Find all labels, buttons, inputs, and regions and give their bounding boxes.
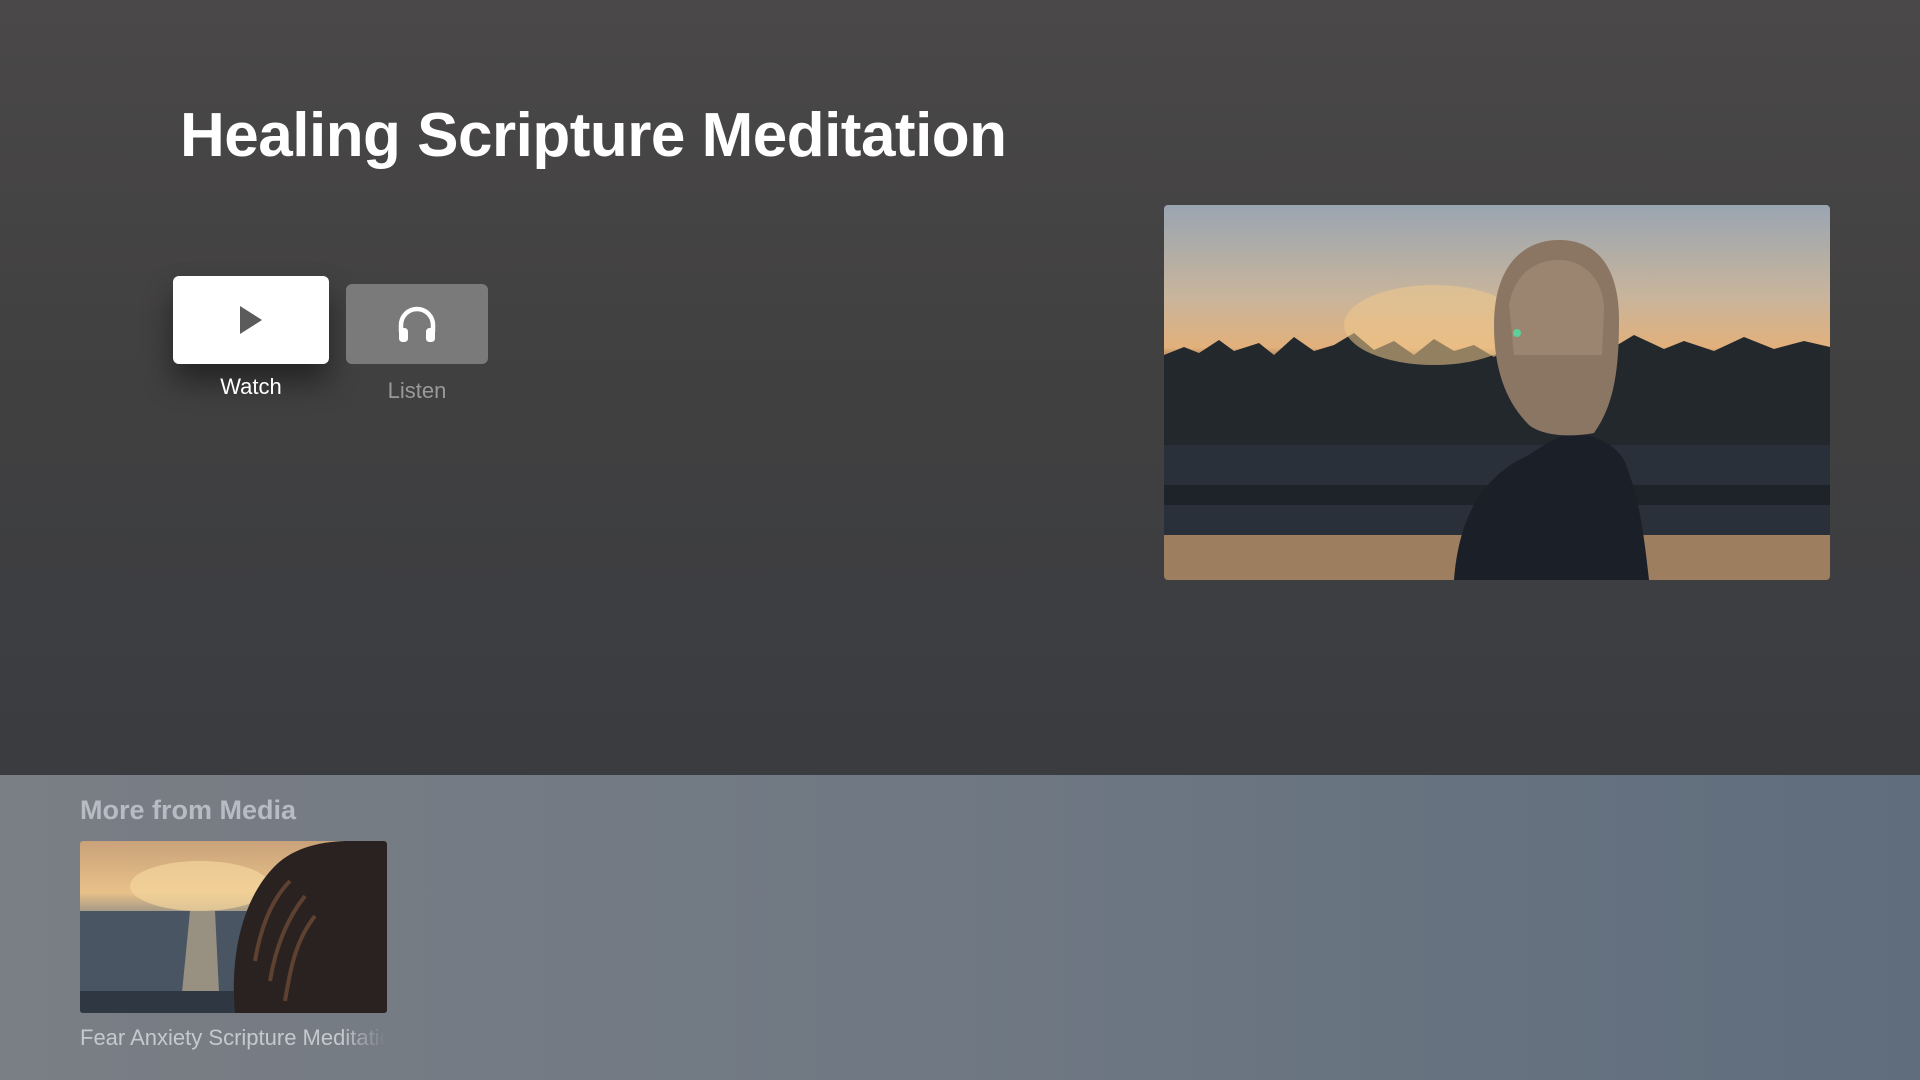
watch-button[interactable] (173, 276, 329, 364)
listen-action[interactable]: Listen (346, 284, 488, 404)
tile-caption[interactable]: Fear Anxiety Scripture Meditation (80, 1025, 387, 1051)
tile-illustration (80, 841, 387, 1013)
listen-label: Listen (387, 378, 447, 403)
hero-artwork (1164, 205, 1830, 580)
headphones-icon (398, 306, 436, 342)
page-title: Healing Scripture Meditation (180, 101, 1007, 170)
shelf-title: More from Media (80, 795, 297, 825)
play-icon (240, 306, 262, 334)
app-screen: Healing Scripture Meditation Watch Liste… (0, 0, 1920, 1080)
watch-action[interactable]: Watch (173, 276, 329, 400)
media-tile[interactable] (80, 841, 387, 1013)
hero-illustration (1164, 240, 1830, 580)
more-shelf: More from Media Fear Anxiety Scripture M… (0, 775, 1920, 1080)
listen-button[interactable] (346, 284, 488, 364)
watch-label: Watch (220, 374, 282, 399)
